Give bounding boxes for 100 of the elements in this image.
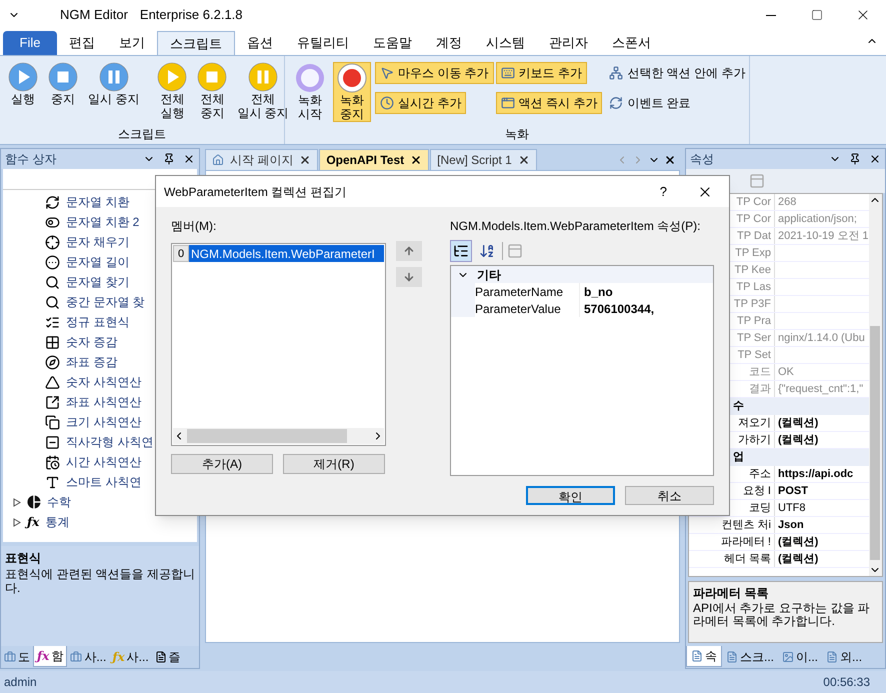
move-down-button[interactable]: [396, 267, 422, 287]
panel-tab[interactable]: 외...: [822, 646, 866, 667]
tree-item[interactable]: 문자열 찾기: [3, 272, 130, 292]
tree-item[interactable]: 중간 문자열 찾: [3, 292, 145, 312]
panel-tab[interactable]: 즐: [152, 646, 184, 667]
ribbon-button[interactable]: 녹화 중지: [333, 62, 371, 122]
panel-tab[interactable]: 이...: [778, 646, 822, 667]
tree-item[interactable]: 직사각형 사칙연: [3, 432, 154, 452]
ribbon-small-button[interactable]: 액션 즉시 추가: [496, 92, 602, 114]
property-value[interactable]: {"request_cnt":1,": [775, 381, 864, 397]
tree-item[interactable]: 스마트 사칙연: [3, 472, 142, 492]
close-icon[interactable]: [518, 154, 530, 166]
property-value[interactable]: UTF8: [775, 500, 806, 516]
ribbon-small-button[interactable]: 실시간 추가: [375, 92, 466, 114]
tree-item[interactable]: 좌표 사칙연산: [3, 392, 142, 412]
property-value[interactable]: https://api.odc: [775, 466, 854, 482]
tree-item[interactable]: 숫자 증감: [3, 332, 118, 352]
stop-icon: [197, 62, 228, 92]
ribbon-button[interactable]: 실행: [4, 62, 42, 106]
property-name[interactable]: 헤더 목록: [689, 551, 775, 567]
property-value[interactable]: application/json;: [775, 211, 857, 227]
tree-item[interactable]: 크기 사칙연산: [3, 412, 142, 432]
panel-tab[interactable]: 도: [1, 646, 33, 667]
collapsed-arrow-icon[interactable]: [13, 498, 21, 506]
file-tab[interactable]: File: [3, 31, 57, 55]
ribbon-small-button[interactable]: 선택한 액션 안에 추가: [604, 62, 750, 84]
document-tab[interactable]: 시작 페이지: [205, 149, 318, 170]
property-name[interactable]: 컨텐츠 처i: [689, 517, 775, 533]
property-value[interactable]: (컬렉션): [775, 415, 818, 431]
property-name[interactable]: ParameterName: [475, 283, 580, 300]
ribbon-small-button[interactable]: 마우스 이동 추가: [375, 62, 494, 84]
move-up-button[interactable]: [396, 241, 422, 261]
group-label: 녹화: [505, 126, 529, 143]
panel-tab[interactable]: ƒx 함: [33, 646, 68, 667]
horizontal-scrollbar[interactable]: [173, 428, 384, 444]
menu-tab[interactable]: 옵션: [235, 31, 285, 55]
property-value[interactable]: OK: [775, 364, 794, 380]
categorized-button[interactable]: [450, 240, 472, 262]
property-value[interactable]: b_no: [580, 283, 613, 300]
tree-item[interactable]: 시간 사칙연산: [3, 452, 142, 472]
scrollbar[interactable]: [868, 194, 882, 576]
menu-tab[interactable]: 스크립트: [157, 31, 235, 55]
cancel-button[interactable]: 취소: [625, 486, 714, 505]
menu-tab[interactable]: 스폰서: [600, 31, 663, 55]
tree-item[interactable]: 문자열 치환 2: [3, 212, 140, 232]
property-value[interactable]: 268: [775, 194, 796, 210]
menu-tab[interactable]: 편집: [57, 31, 107, 55]
menu-tab[interactable]: 관리자: [537, 31, 600, 55]
tree-item[interactable]: 문자열 치환: [3, 192, 130, 212]
tree-item[interactable]: 문자 채우기: [3, 232, 130, 252]
squares-icon: [45, 414, 60, 430]
panel-tab[interactable]: 스크...: [722, 646, 778, 667]
menu-tab[interactable]: 계정: [424, 31, 474, 55]
property-value[interactable]: (컬렉션): [775, 432, 818, 448]
ribbon-button[interactable]: 전체 실행: [153, 62, 192, 120]
panel-tab[interactable]: 속: [686, 646, 722, 667]
category-row[interactable]: 기타: [451, 266, 713, 283]
property-value[interactable]: (컬렉션): [775, 551, 818, 567]
ribbon-small-button[interactable]: 이벤트 완료: [604, 92, 696, 114]
property-value[interactable]: 5706100344,: [580, 300, 654, 317]
menu-tab[interactable]: 도움말: [361, 31, 424, 55]
ribbon-button[interactable]: 중지: [44, 62, 82, 106]
ok-button[interactable]: 확인: [526, 486, 615, 505]
pin-icon[interactable]: [163, 153, 175, 165]
close-icon[interactable]: [410, 154, 422, 166]
ribbon-small-button[interactable]: 키보드 추가: [496, 62, 588, 84]
menu-tab[interactable]: 시스템: [474, 31, 537, 55]
property-name[interactable]: 파라메터 !: [689, 534, 775, 550]
tree-item[interactable]: 정규 표현식: [3, 312, 130, 332]
property-value[interactable]: nginx/1.14.0 (Ubu: [775, 330, 865, 346]
close-icon[interactable]: [299, 154, 312, 166]
tree-group[interactable]: ƒx 통계: [3, 512, 70, 532]
property-value[interactable]: (컬렉션): [775, 534, 818, 550]
document-tab[interactable]: OpenAPI Test: [319, 149, 430, 170]
panel-tab[interactable]: ƒx 사...: [109, 646, 152, 667]
ribbon-button[interactable]: 전체 중지: [193, 62, 232, 120]
tree-group[interactable]: 수학: [3, 492, 71, 512]
tree-item[interactable]: 숫자 사칙연산: [3, 372, 142, 392]
property-value[interactable]: 2021-10-19 오전 1: [775, 228, 868, 244]
ribbon-button[interactable]: 일시 중지: [84, 62, 144, 106]
close-icon[interactable]: [869, 153, 881, 165]
pin-icon[interactable]: [849, 153, 861, 165]
add-button[interactable]: 추가(A): [171, 454, 273, 474]
panel-tab[interactable]: 사...: [67, 646, 110, 667]
menu-tab[interactable]: 보기: [107, 31, 157, 55]
help-button[interactable]: ?: [660, 182, 667, 202]
menu-tab[interactable]: 유틸리티: [285, 31, 361, 55]
property-value[interactable]: Json: [775, 517, 804, 533]
ribbon-button[interactable]: 녹화 시작: [291, 62, 329, 122]
ribbon-button[interactable]: 전체 일시 중지: [233, 62, 293, 120]
close-icon[interactable]: [664, 154, 676, 166]
pause-icon: [98, 62, 129, 92]
collapsed-arrow-icon[interactable]: [13, 518, 21, 526]
document-tab[interactable]: [New] Script 1: [430, 149, 537, 170]
tree-item[interactable]: 좌표 증감: [3, 352, 118, 372]
close-icon[interactable]: [183, 153, 195, 165]
tree-item[interactable]: 문자열 길이: [3, 252, 130, 272]
property-value[interactable]: POST: [775, 483, 808, 499]
remove-button[interactable]: 제거(R): [283, 454, 385, 474]
property-name[interactable]: ParameterValue: [475, 300, 580, 317]
